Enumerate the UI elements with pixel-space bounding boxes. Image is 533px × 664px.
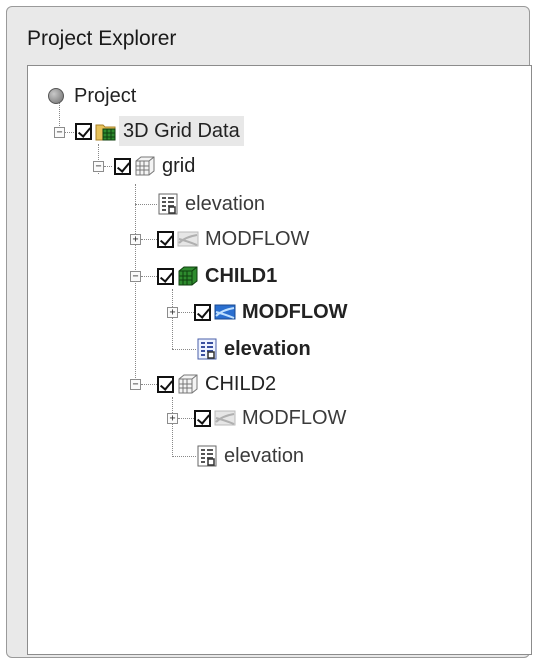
node-label: elevation [224,445,305,467]
visibility-checkbox[interactable] [75,122,92,140]
grid-icon [135,156,155,176]
project-tree[interactable]: Project − 3D Grid Data − grid elevation … [27,65,532,655]
collapse-button[interactable]: − [130,379,141,390]
tree-node-elevation[interactable]: elevation [196,334,311,364]
project-explorer-panel: Project Explorer Project − 3D Grid Data … [6,6,532,658]
grid-active-icon [178,266,198,286]
node-label: CHILD2 [205,373,277,395]
tree-node-modflow[interactable]: MODFLOW [194,403,346,433]
collapse-button[interactable]: − [130,271,141,282]
project-icon [48,88,64,104]
tree-node-elevation[interactable]: elevation [157,189,265,219]
visibility-checkbox[interactable] [194,409,211,427]
grid-icon [178,374,198,394]
node-label: CHILD1 [205,265,278,287]
tree-node-modflow[interactable]: MODFLOW [157,224,309,254]
tree-line [135,184,136,384]
tree-line [104,166,112,167]
node-label: MODFLOW [242,301,348,323]
expand-button[interactable]: + [167,413,178,424]
tree-line [141,239,157,240]
tree-line [172,397,173,457]
tree-node-project[interactable]: Project [48,81,136,111]
node-label: Project [74,85,137,107]
tree-node-modflow[interactable]: MODFLOW [194,297,348,327]
visibility-checkbox[interactable] [157,230,174,248]
tree-line [178,312,194,313]
expand-button[interactable]: + [167,307,178,318]
modflow-icon [177,231,199,247]
tree-line [141,276,157,277]
dataset-icon [158,193,178,215]
node-label: MODFLOW [242,407,347,429]
node-label: elevation [185,193,266,215]
expand-button[interactable]: + [130,234,141,245]
node-label: MODFLOW [205,228,310,250]
visibility-checkbox[interactable] [114,157,131,175]
visibility-checkbox[interactable] [194,303,211,321]
tree-node-grid[interactable]: grid [114,151,195,181]
tree-node-child1[interactable]: CHILD1 [157,261,277,291]
visibility-checkbox[interactable] [157,267,174,285]
modflow-icon [214,410,236,426]
tree-line [141,384,157,385]
tree-line [172,289,173,349]
panel-title: Project Explorer [27,27,177,50]
tree-line [172,456,196,457]
tree-line [135,204,157,205]
dataset-icon [197,338,217,360]
tree-node-child2[interactable]: CHILD2 [157,369,276,399]
modflow-icon [214,304,236,320]
tree-line [65,132,74,133]
node-label: 3D Grid Data [119,116,244,146]
node-label: elevation [224,338,311,360]
folder-grid-icon [95,124,116,141]
tree-node-elevation[interactable]: elevation [196,441,304,471]
collapse-button[interactable]: − [93,161,104,172]
visibility-checkbox[interactable] [157,375,174,393]
node-label: grid [162,155,196,177]
dataset-icon [197,445,217,467]
tree-node-3d-grid-data[interactable]: 3D Grid Data [75,116,244,146]
collapse-button[interactable]: − [54,127,65,138]
tree-line [178,418,194,419]
tree-line [172,349,196,350]
